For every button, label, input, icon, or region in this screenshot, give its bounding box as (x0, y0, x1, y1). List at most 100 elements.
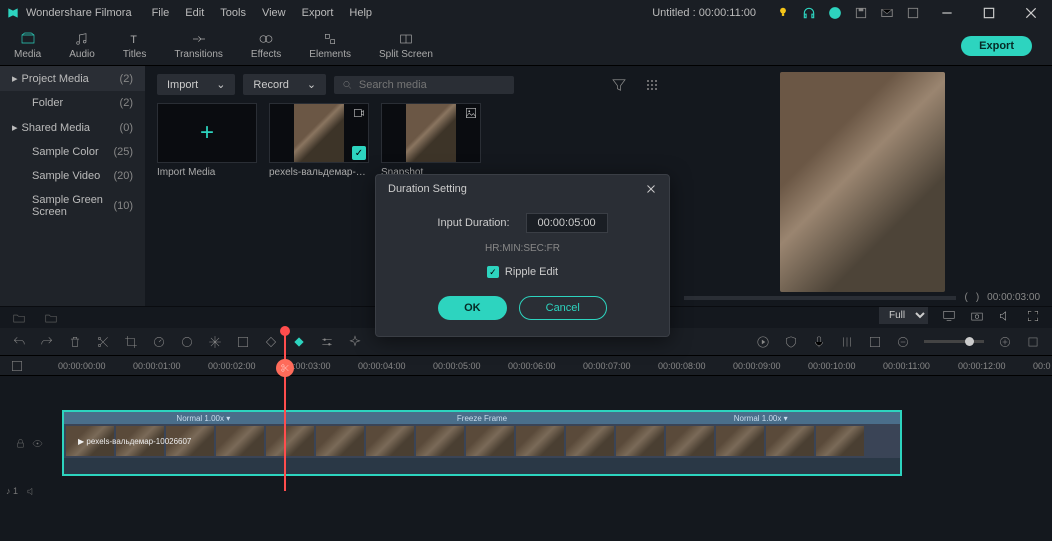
marker-icon[interactable] (292, 335, 306, 349)
zoom-out-icon[interactable] (896, 335, 910, 349)
tab-label: Split Screen (379, 49, 433, 60)
clip-segment-header: Normal 1.00x ▾ Freeze Frame Normal 1.00x… (64, 412, 900, 424)
volume-icon[interactable] (998, 309, 1012, 323)
app-title: Wondershare Filmora (26, 7, 132, 19)
preview-viewport[interactable] (684, 72, 1040, 292)
lock-icon[interactable] (15, 438, 26, 449)
media-item-import[interactable]: + Import Media (157, 103, 257, 178)
sidebar-item-project-media[interactable]: ▸ Project Media(2) (0, 66, 145, 91)
tab-splitscreen[interactable]: Split Screen (365, 27, 447, 64)
scissors-badge-icon[interactable] (276, 359, 294, 377)
ruler-tick: 00:00:04:00 (358, 361, 406, 371)
mic-icon[interactable] (812, 335, 826, 349)
freeze-icon[interactable] (208, 335, 222, 349)
effects-icon[interactable] (348, 335, 362, 349)
eye-icon[interactable] (32, 438, 43, 449)
lightbulb-icon[interactable] (776, 6, 790, 20)
import-dropdown[interactable]: Import⌄ (157, 74, 235, 95)
record-dropdown[interactable]: Record⌄ (243, 74, 326, 95)
menu-help[interactable]: Help (349, 7, 372, 19)
redo-icon[interactable] (40, 335, 54, 349)
sidebar-item-shared-media[interactable]: ▸ Shared Media(0) (0, 115, 145, 140)
close-icon[interactable] (645, 183, 657, 195)
filter-icon[interactable] (610, 76, 628, 94)
speed-icon[interactable] (152, 335, 166, 349)
folder-icon[interactable] (44, 311, 58, 325)
app-logo (6, 6, 20, 20)
snapshot-icon[interactable] (970, 309, 984, 323)
crop-icon[interactable] (124, 335, 138, 349)
headphones-icon[interactable] (802, 6, 816, 20)
menu-export[interactable]: Export (302, 7, 334, 19)
tab-elements[interactable]: Elements (295, 27, 365, 64)
tab-audio[interactable]: Audio (55, 27, 109, 64)
mail-icon[interactable] (880, 6, 894, 20)
grid-view-icon[interactable] (644, 77, 660, 93)
bracket-left-icon[interactable]: ( (964, 292, 967, 303)
ripple-edit-checkbox[interactable]: ✓ Ripple Edit (394, 266, 651, 278)
media-item[interactable]: Snapshot (381, 103, 481, 178)
media-item[interactable]: ✓ pexels-вальдемар-10026... (269, 103, 369, 178)
zoom-fit-icon[interactable] (1026, 335, 1040, 349)
settings-icon[interactable] (906, 6, 920, 20)
plus-icon: + (200, 119, 214, 147)
timeline-ruler[interactable]: 00:00:00:0000:00:01:0000:00:02:0000:00:0… (0, 356, 1052, 376)
keyframe-icon[interactable] (264, 335, 278, 349)
menu-file[interactable]: File (152, 7, 170, 19)
sidebar-item-sample-green[interactable]: Sample Green Screen(10) (0, 188, 145, 224)
bracket-right-icon[interactable]: ) (976, 292, 979, 303)
undo-icon[interactable] (12, 335, 26, 349)
fit-select[interactable]: Full (879, 307, 928, 324)
tab-media[interactable]: Media (0, 27, 55, 64)
mixer-icon[interactable] (840, 335, 854, 349)
thumbnail (294, 104, 344, 162)
preview-panel: ( ) 00:00:03:00 Full (672, 66, 1052, 306)
search-input[interactable] (359, 79, 506, 91)
menu-view[interactable]: View (262, 7, 286, 19)
fullscreen-icon[interactable] (1026, 309, 1040, 323)
zoom-slider[interactable] (924, 340, 984, 343)
timeline-options-icon[interactable] (10, 359, 24, 373)
preview-seekbar[interactable]: ( ) 00:00:03:00 (684, 292, 1040, 303)
greenscreen-icon[interactable] (236, 335, 250, 349)
mute-icon[interactable] (26, 486, 37, 497)
maximize-button[interactable] (974, 0, 1004, 26)
check-icon: ✓ (352, 146, 366, 160)
search-box[interactable] (334, 76, 514, 94)
user-icon[interactable] (828, 6, 842, 20)
tab-effects[interactable]: Effects (237, 27, 295, 64)
ruler-tick: 00:00:00:00 (58, 361, 106, 371)
duration-input[interactable] (526, 213, 608, 233)
menu-edit[interactable]: Edit (185, 7, 204, 19)
zoom-in-icon[interactable] (998, 335, 1012, 349)
folder-out-icon[interactable] (12, 311, 26, 325)
play-icon[interactable] (756, 335, 770, 349)
video-clip[interactable]: Normal 1.00x ▾ Freeze Frame Normal 1.00x… (62, 410, 902, 476)
sidebar-item-folder[interactable]: Folder(2) (0, 91, 145, 115)
color-icon[interactable] (180, 335, 194, 349)
adjust-icon[interactable] (320, 335, 334, 349)
cut-icon[interactable] (96, 335, 110, 349)
close-button[interactable] (1016, 0, 1046, 26)
sidebar-item-sample-video[interactable]: Sample Video(20) (0, 164, 145, 188)
render-icon[interactable] (868, 335, 882, 349)
svg-text:T: T (130, 34, 137, 46)
cancel-button[interactable]: Cancel (519, 296, 607, 320)
shield-icon[interactable] (784, 335, 798, 349)
export-button[interactable]: Export (961, 36, 1032, 56)
monitor-icon[interactable] (942, 309, 956, 323)
tracks-area[interactable]: Normal 1.00x ▾ Freeze Frame Normal 1.00x… (58, 376, 1052, 541)
preview-controls: Full (684, 307, 1040, 324)
ok-button[interactable]: OK (438, 296, 507, 320)
save-icon[interactable] (854, 6, 868, 20)
video-track-header[interactable] (0, 410, 58, 476)
minimize-button[interactable] (932, 0, 962, 26)
playhead[interactable] (284, 331, 286, 491)
tab-transitions[interactable]: Transitions (160, 27, 237, 64)
tab-titles[interactable]: TTitles (109, 27, 161, 64)
audio-track-header[interactable]: ♪ 1 (0, 476, 58, 506)
delete-icon[interactable] (68, 335, 82, 349)
tab-label: Elements (309, 49, 351, 60)
sidebar-item-sample-color[interactable]: Sample Color(25) (0, 140, 145, 164)
menu-tools[interactable]: Tools (220, 7, 246, 19)
